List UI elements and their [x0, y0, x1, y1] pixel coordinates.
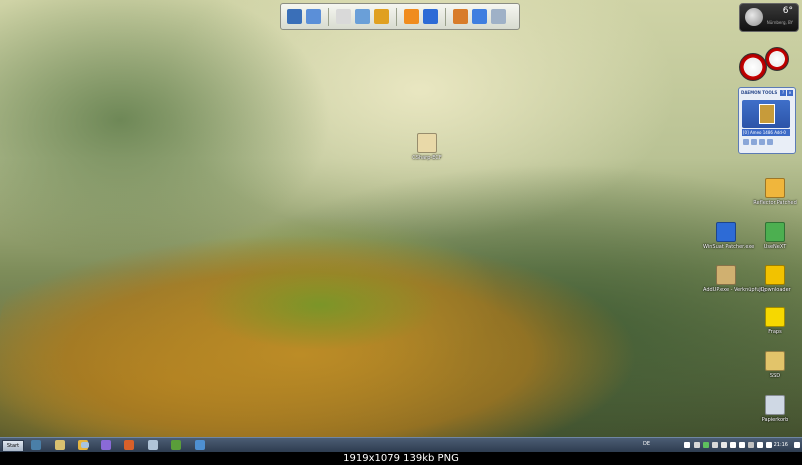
tray-icon[interactable]	[721, 442, 727, 448]
tray-icon[interactable]	[684, 442, 690, 448]
media-player-icon[interactable]	[404, 9, 419, 24]
music-icon[interactable]	[374, 9, 389, 24]
tray-icon[interactable]	[757, 442, 763, 448]
gears-icon	[765, 178, 785, 198]
settings-icon[interactable]	[767, 139, 773, 145]
moon-icon	[745, 8, 763, 26]
taskbar-item-icon[interactable]	[124, 440, 134, 450]
cpu-meter-gadget[interactable]	[739, 47, 791, 81]
desktop-icon-label: JDownloader	[759, 287, 791, 293]
pictures-icon[interactable]	[355, 9, 370, 24]
unmount-icon[interactable]	[751, 139, 757, 145]
taskbar-item-icon[interactable]	[31, 440, 41, 450]
fraps-icon	[765, 307, 785, 327]
image-caption: 1919x1079 139kb PNG	[0, 452, 802, 465]
desktop-icon-addup[interactable]: AddUP.exe - Verknüpfung	[703, 265, 766, 293]
memory-gauge-icon	[765, 47, 789, 71]
desktop-icon-label: UseNeXT	[763, 244, 787, 250]
usenext-icon	[765, 222, 785, 242]
desktop-icon-label: CSharp-ECF	[412, 155, 442, 161]
programs-icon[interactable]	[453, 9, 468, 24]
show-desktop-icon[interactable]	[794, 442, 800, 448]
tray-icon[interactable]	[739, 442, 745, 448]
daemon-drive-label: [0] Ameo 1486 Add-0	[742, 129, 790, 136]
recycle-icon[interactable]	[491, 9, 506, 24]
tray-icon[interactable]	[730, 442, 736, 448]
tools-icon[interactable]	[472, 9, 487, 24]
desktop-icon-label: AddUP.exe - Verknüpfung	[703, 287, 766, 293]
add-drive-icon[interactable]	[759, 139, 765, 145]
desktop-icon-label: Fraps	[768, 329, 782, 335]
daemon-window-buttons: ? ×	[780, 90, 793, 96]
daemon-drive-panel[interactable]	[742, 100, 790, 128]
computer-icon[interactable]	[287, 9, 302, 24]
folder-icon	[765, 351, 785, 371]
desktop-icon-ssd[interactable]: SSD	[752, 351, 798, 379]
desktop-icon-label: Papierkorb	[761, 417, 789, 423]
daemon-title: DAEMON TOOLS	[741, 90, 778, 95]
help-icon[interactable]: ?	[780, 90, 786, 96]
desktop-icon-label: Reflector.Patched	[753, 200, 797, 206]
desktop-icon-fraps[interactable]: Fraps	[752, 307, 798, 335]
wallpaper-moss-highlight	[170, 245, 490, 375]
toolbar-separator	[396, 7, 397, 26]
toolbar-separator	[445, 7, 446, 26]
desktop-icon-reflector[interactable]: Reflector.Patched	[752, 178, 798, 206]
daemon-toolbar	[743, 139, 773, 145]
toolbar-separator	[328, 7, 329, 26]
taskbar: Start DE 21:16	[0, 437, 802, 453]
network-icon[interactable]	[306, 9, 321, 24]
app-icon	[716, 265, 736, 285]
weather-temperature: 6°	[782, 6, 793, 16]
documents-icon[interactable]	[336, 9, 351, 24]
system-tray: DE 21:16	[640, 438, 802, 453]
globe-icon	[716, 222, 736, 242]
close-icon[interactable]: ×	[787, 90, 793, 96]
clock-time[interactable]: 21:16	[774, 442, 788, 448]
daemon-tools-gadget[interactable]: DAEMON TOOLS ? × [0] Ameo 1486 Add-0	[738, 87, 796, 154]
weather-location: Nürnberg, BY	[766, 20, 793, 25]
desktop-icon-winsuat-patcher[interactable]: WinSuat Patcher.exe	[703, 222, 755, 250]
tray-icon[interactable]	[748, 442, 754, 448]
tray-icon[interactable]	[712, 442, 718, 448]
quick-launch-toolbar	[280, 3, 520, 30]
desktop-icon-label: SSD	[769, 373, 781, 379]
tray-icon[interactable]	[703, 442, 709, 448]
desktop-icon-papierkorb[interactable]: Papierkorb	[752, 395, 798, 423]
mount-icon[interactable]	[743, 139, 749, 145]
disc-icon	[759, 104, 775, 124]
language-indicator[interactable]: DE	[643, 441, 650, 447]
desktop-icon-label: WinSuat Patcher.exe	[703, 244, 755, 250]
desktop-icon-jdownloader[interactable]: JDownloader	[752, 265, 798, 293]
taskbar-item-icon[interactable]	[81, 442, 89, 448]
jd-icon	[765, 265, 785, 285]
weather-gadget[interactable]: 6° Nürnberg, BY	[739, 3, 799, 32]
recycle-bin-icon	[765, 395, 785, 415]
cpu-gauge-icon	[739, 53, 767, 81]
taskbar-item-icon[interactable]	[195, 440, 205, 450]
desktop-wallpaper: CSharp-ECF Reflector.Patched WinSuat Pat…	[0, 0, 802, 452]
taskbar-item-icon[interactable]	[148, 440, 158, 450]
settings-icon[interactable]	[423, 9, 438, 24]
taskbar-item-icon[interactable]	[171, 440, 181, 450]
taskbar-item-icon[interactable]	[101, 440, 111, 450]
desktop-icon-usenext[interactable]: UseNeXT	[752, 222, 798, 250]
file-icon	[417, 133, 437, 153]
start-button[interactable]: Start	[2, 440, 24, 452]
taskbar-item-icon[interactable]	[55, 440, 65, 450]
tray-icon[interactable]	[766, 442, 772, 448]
tray-icon[interactable]	[694, 442, 700, 448]
desktop-icon-csharp-ecf[interactable]: CSharp-ECF	[404, 133, 450, 161]
